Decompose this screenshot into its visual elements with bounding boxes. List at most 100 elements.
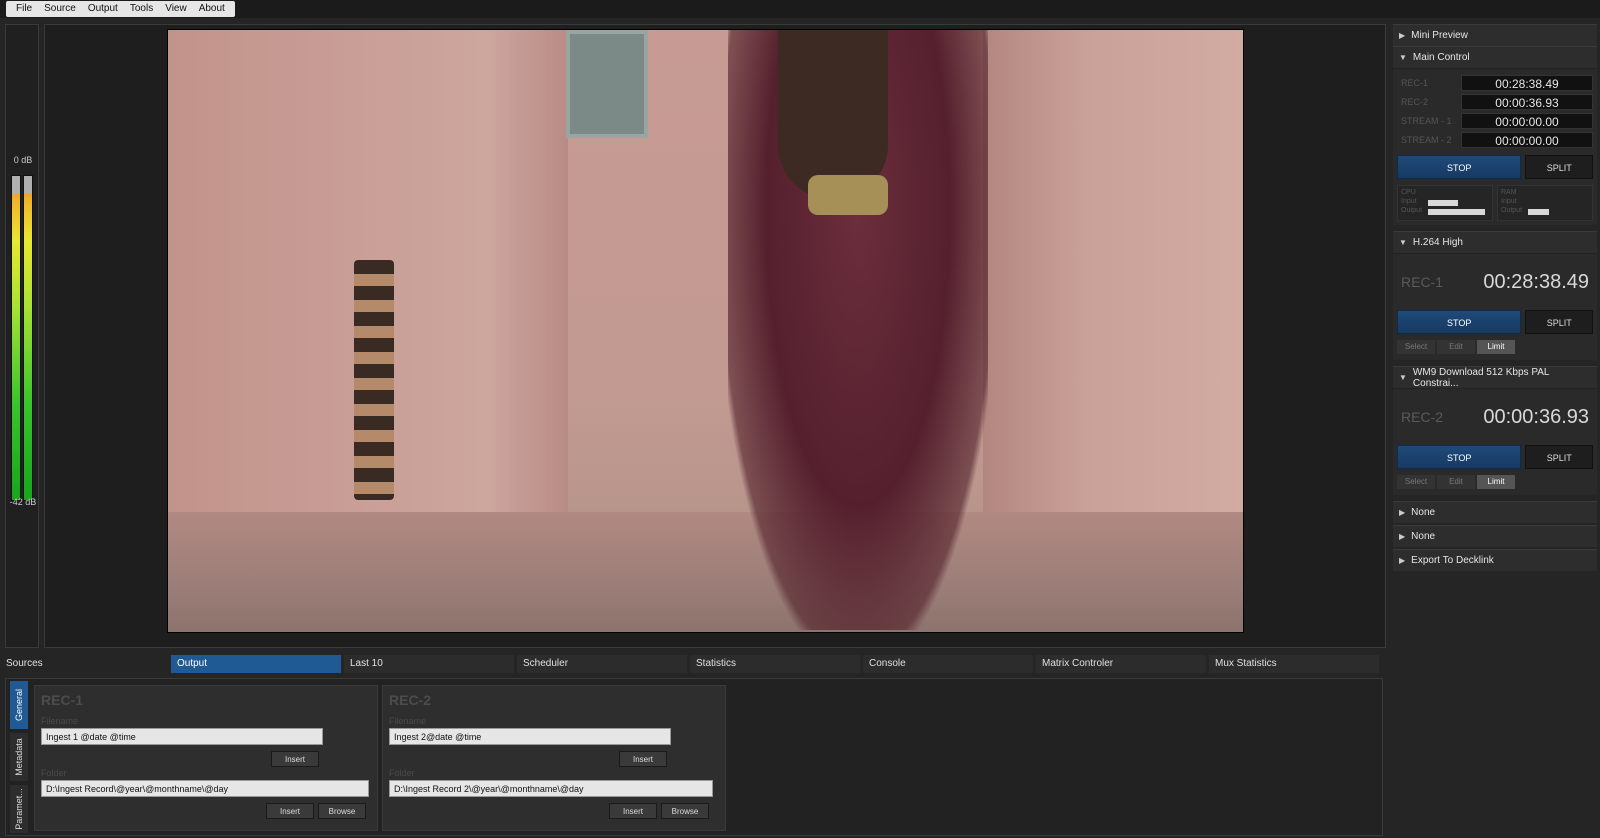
encoder-2-edit-button[interactable]: Edit [1437,475,1475,489]
rec-1-folder-input[interactable]: D:\Ingest Record\@year\@monthname\@day [41,780,369,797]
row-label: REC-1 [1401,77,1429,88]
encoder-1-label: REC-1 [1401,274,1444,290]
tab-output[interactable]: Output [171,655,341,673]
rec-2-folder-insert-button[interactable]: Insert [609,803,657,819]
collapsed-section-title: None [1411,531,1436,542]
cpu-output-bar [1428,209,1485,215]
row-time: 00:00:36.93 [1461,93,1593,110]
encoder-2-stop-button[interactable]: STOP [1397,445,1522,469]
cpu-input-bar [1428,200,1458,206]
encoder-1-edit-button[interactable]: Edit [1437,340,1475,354]
encoder-2-select-button[interactable]: Select [1397,475,1435,489]
tab-mux-statistics[interactable]: Mux Statistics [1209,655,1379,673]
menu-source[interactable]: Source [38,1,82,17]
ram-meter: RAM Input Output [1497,185,1593,221]
row-time: 00:00:00.00 [1461,131,1593,148]
window-image [566,30,648,138]
main-stop-button[interactable]: STOP [1397,155,1522,179]
rec-2-panel: REC-2 Filename Ingest 2@date @time Inser… [382,685,726,831]
cpu-label: CPU [1401,189,1416,196]
audio-meter-bottom-label: -42 dB [9,497,37,507]
side-tabs: General Metadata Paramet... [10,681,28,833]
preview-frame [44,24,1386,648]
menu-tools[interactable]: Tools [124,1,159,17]
ram-label: RAM [1501,189,1517,196]
menu-output[interactable]: Output [82,1,124,17]
collapsed-section-title: None [1411,507,1436,518]
encoder-1-time: 00:28:38.49 [1483,270,1589,293]
side-tab-metadata[interactable]: Metadata [10,733,28,781]
side-tab-general[interactable]: General [10,681,28,729]
rec-2-filename-input[interactable]: Ingest 2@date @time [389,728,671,745]
row-label: REC-2 [1401,96,1429,107]
main-control-title: Main Control [1412,52,1470,63]
rec-1-filename-input[interactable]: Ingest 1 @date @time [41,728,323,745]
encoder-1-body: REC-1 00:28:38.49 STOP SPLIT Select Edit… [1393,253,1597,360]
encoder-2-body: REC-2 00:00:36.93 STOP SPLIT Select Edit… [1393,388,1597,495]
rec-2-folder-input[interactable]: D:\Ingest Record 2\@year\@monthname\@day [389,780,713,797]
encoder-1-stop-button[interactable]: STOP [1397,310,1522,334]
audio-meter-top-label: 0 dB [13,155,33,165]
encoder-1-limit-button[interactable]: Limit [1477,340,1515,354]
tab-statistics[interactable]: Statistics [690,655,860,673]
encoder-2-split-button[interactable]: SPLIT [1525,445,1593,469]
encoder-1-title: H.264 High [1412,237,1463,248]
audio-meter-right-channel [23,175,33,501]
main-control-row: REC-2 00:00:36.93 [1397,92,1593,111]
cpu-output-label: Output [1401,207,1423,214]
rec-1-filename-label: Filename [41,716,79,726]
tab-last-10[interactable]: Last 10 [344,655,514,673]
expand-arrow-icon: ▶ [1399,508,1406,517]
tab-scheduler[interactable]: Scheduler [517,655,687,673]
collapse-arrow-icon: ▼ [1399,373,1407,382]
side-tab-metadata-label: Metadata [14,738,24,776]
row-time: 00:28:38.49 [1461,74,1593,91]
encoder-2-limit-button[interactable]: Limit [1477,475,1515,489]
encoder-2-header[interactable]: ▼ WM9 Download 512 Kbps PAL Constrai... [1393,366,1597,389]
tab-matrix-controler[interactable]: Matrix Controler [1036,655,1206,673]
rec-1-folder-insert-button[interactable]: Insert [266,803,314,819]
output-settings-panel: General Metadata Paramet... REC-1 Filena… [5,678,1383,836]
main-control-row: STREAM - 2 00:00:00.00 [1397,130,1593,149]
encoder-1-header[interactable]: ▼ H.264 High [1393,231,1597,253]
menu-about[interactable]: About [193,1,231,17]
rec-1-panel: REC-1 Filename Ingest 1 @date @time Inse… [34,685,378,831]
expand-arrow-icon: ▶ [1399,532,1406,541]
rec-1-title: REC-1 [41,692,84,708]
mini-preview-header[interactable]: ▶ Mini Preview [1393,24,1597,46]
ladder-image [354,260,394,500]
output-none-1-header[interactable]: ▶ None [1393,501,1597,523]
collapse-arrow-icon: ▼ [1399,238,1407,247]
ram-output-bar [1528,209,1549,215]
side-tab-parameters-label: Paramet... [14,788,24,830]
main-control-row: STREAM - 1 00:00:00.00 [1397,111,1593,130]
main-control-header[interactable]: ▼ Main Control [1393,46,1597,68]
main-split-button[interactable]: SPLIT [1525,155,1593,179]
expand-arrow-icon: ▶ [1399,31,1406,40]
tab-console[interactable]: Console [863,655,1033,673]
tab-sources[interactable]: Sources [0,655,168,673]
encoder-2-label: REC-2 [1401,409,1444,425]
collapse-arrow-icon: ▼ [1399,53,1407,62]
audio-meter-panel: 0 dB -42 dB [5,24,39,648]
mini-preview-title: Mini Preview [1411,30,1468,41]
rec-2-filename-insert-button[interactable]: Insert [619,751,667,767]
menu-file[interactable]: File [10,1,38,17]
menu-view[interactable]: View [159,1,193,17]
side-tab-general-label: General [14,688,24,722]
control-panel: ▶ Mini Preview ▼ Main Control REC-1 00:2… [1393,24,1597,571]
menu-bar: File Source Output Tools View About [0,0,1600,18]
encoder-1-select-button[interactable]: Select [1397,340,1435,354]
export-decklink-header[interactable]: ▶ Export To Decklink [1393,549,1597,571]
ram-output-label: Output [1501,207,1523,214]
video-preview[interactable] [167,29,1244,633]
encoder-2-title: WM9 Download 512 Kbps PAL Constrai... [1412,366,1550,389]
rec-1-browse-button[interactable]: Browse [318,803,366,819]
rec-2-title: REC-2 [389,692,432,708]
output-none-2-header[interactable]: ▶ None [1393,525,1597,547]
rec-2-filename-label: Filename [389,716,427,726]
rec-1-filename-insert-button[interactable]: Insert [271,751,319,767]
encoder-1-split-button[interactable]: SPLIT [1525,310,1593,334]
side-tab-parameters[interactable]: Paramet... [10,785,28,833]
rec-2-browse-button[interactable]: Browse [661,803,709,819]
